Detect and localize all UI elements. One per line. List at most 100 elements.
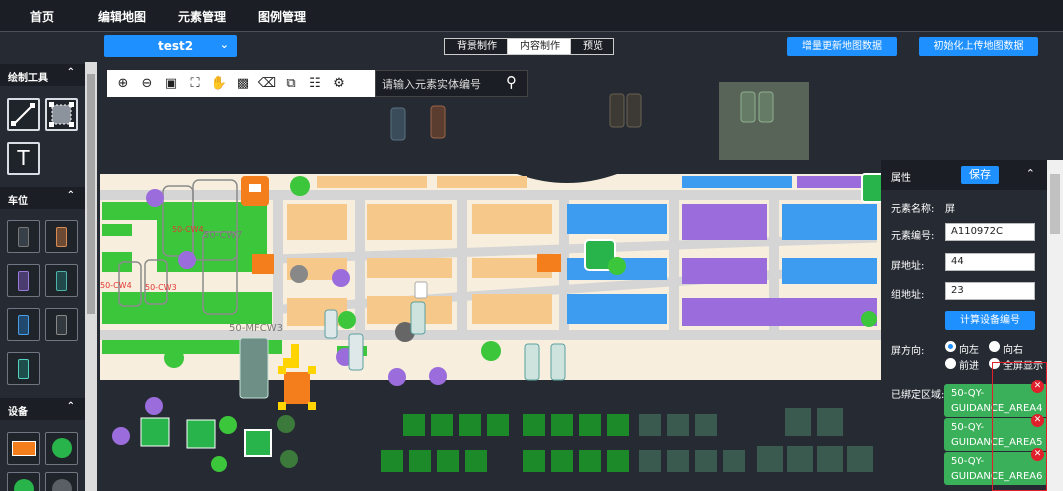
panel-scrollbar[interactable] — [1047, 160, 1063, 491]
stairs-icon[interactable] — [140, 417, 170, 447]
scrollbar-thumb[interactable] — [1050, 174, 1060, 234]
search-icon[interactable]: ⚲ — [506, 73, 517, 91]
device-screen-button[interactable] — [7, 432, 40, 465]
calc-device-id-button[interactable]: 计算设备编号 — [945, 311, 1035, 330]
sidebar-scrollbar[interactable] — [85, 62, 97, 491]
top-nav: 首页 编辑地图 元素管理 图例管理 — [0, 0, 1063, 32]
paste-icon[interactable]: ☷ — [305, 76, 325, 91]
text-tool-button[interactable]: T — [7, 142, 40, 175]
search-input[interactable] — [382, 76, 492, 92]
parking-sensor[interactable] — [410, 301, 426, 335]
device-gray-button[interactable] — [45, 472, 78, 491]
parking-type-gray[interactable] — [7, 220, 40, 253]
rect-select-tool-button[interactable] — [45, 98, 78, 131]
tab-content[interactable]: 内容制作 — [508, 39, 571, 54]
direction-label: 屏方向: — [891, 346, 925, 357]
parking-sensor[interactable] — [550, 343, 566, 381]
parking-type-orange[interactable] — [45, 220, 78, 253]
device-camera-button[interactable] — [45, 432, 78, 465]
camera-icon[interactable] — [146, 189, 164, 207]
selected-screen-device[interactable] — [284, 372, 310, 404]
chevron-down-icon: ⌄ — [219, 38, 229, 51]
tab-background[interactable]: 背景制作 — [445, 39, 508, 54]
parking-sensor[interactable] — [414, 281, 428, 299]
parking-type-blue[interactable] — [7, 308, 40, 341]
device-green-button[interactable] — [7, 472, 40, 491]
stairs-icon[interactable] — [186, 419, 216, 449]
car-icon — [56, 271, 67, 291]
save-button[interactable]: 保存 — [961, 166, 999, 184]
sensor-icon[interactable] — [277, 415, 295, 433]
zoom-out-icon[interactable]: ⊖ — [137, 76, 157, 91]
collapse-icon[interactable]: ⌃ — [1026, 167, 1035, 180]
camera-icon[interactable] — [388, 368, 406, 386]
parking-type-teal[interactable] — [45, 264, 78, 297]
camera-icon[interactable] — [112, 427, 130, 445]
parking-type-dark[interactable] — [45, 308, 78, 341]
section-parking[interactable]: 车位 ⌃ — [0, 187, 85, 209]
camera-icon[interactable] — [290, 176, 310, 196]
delete-icon[interactable]: ⌫ — [257, 76, 277, 91]
zoom-in-icon[interactable]: ⊕ — [113, 76, 133, 91]
section-devices[interactable]: 设备 ⌃ — [0, 398, 85, 420]
project-select[interactable]: test2 ⌄ — [104, 35, 237, 57]
radio-right[interactable] — [989, 341, 1000, 352]
increment-update-button[interactable]: 增量更新地图数据 — [787, 37, 897, 56]
group-addr-label: 组地址: — [891, 290, 925, 301]
pan-hand-icon[interactable]: ✋ — [209, 76, 229, 91]
camera-icon[interactable] — [429, 367, 447, 385]
nav-home[interactable]: 首页 — [30, 8, 54, 25]
svg-text:50-CW3: 50-CW3 — [145, 283, 177, 292]
camera-icon[interactable] — [145, 397, 163, 415]
radio-left[interactable] — [945, 341, 956, 352]
camera-icon[interactable] — [481, 341, 501, 361]
line-icon — [11, 103, 35, 126]
fullscreen-icon[interactable]: ⛶ — [185, 76, 205, 91]
screen-addr-field[interactable]: 44 — [945, 253, 1035, 271]
fit-icon[interactable]: ▣ — [161, 76, 181, 91]
sensor-icon[interactable] — [280, 450, 298, 468]
exit-sign-icon[interactable] — [244, 429, 272, 457]
camera-icon[interactable] — [211, 456, 227, 472]
camera-icon[interactable] — [332, 269, 350, 287]
parking-sensor[interactable] — [348, 333, 364, 371]
screen-device[interactable] — [537, 254, 561, 272]
parking-type-cyan[interactable] — [7, 352, 40, 385]
camera-icon[interactable] — [338, 311, 356, 329]
screen-addr-label: 屏地址: — [891, 261, 925, 272]
camera-icon[interactable] — [608, 257, 626, 275]
nav-element-management[interactable]: 元素管理 — [178, 8, 226, 25]
chevron-up-icon: ⌃ — [66, 190, 75, 201]
camera-icon[interactable] — [178, 251, 196, 269]
camera-icon[interactable] — [219, 416, 237, 434]
nav-legend-management[interactable]: 图例管理 — [258, 8, 306, 25]
line-tool-button[interactable] — [7, 98, 40, 131]
copy-icon[interactable]: ⧉ — [281, 76, 301, 91]
parking-sensor[interactable] — [324, 309, 338, 339]
element-name-label: 元素名称: — [891, 204, 935, 215]
group-addr-field[interactable]: 23 — [945, 282, 1035, 300]
screen-device[interactable] — [252, 254, 274, 274]
camera-icon[interactable] — [861, 311, 877, 327]
parking-sensor[interactable] — [524, 343, 540, 381]
mode-tabs: 背景制作 内容制作 预览 — [444, 38, 614, 55]
scrollbar-thumb[interactable] — [87, 74, 95, 314]
svg-text:50-CW4: 50-CW4 — [172, 225, 204, 234]
faded-device — [740, 91, 756, 123]
camera-icon[interactable] — [164, 348, 184, 368]
lower-dark-spots — [639, 408, 873, 472]
road — [100, 190, 881, 200]
map-canvas[interactable]: 50-CW4 50-CW4 50-CW3 50-CW7 50-MFCW3 — [97, 62, 881, 491]
tab-preview[interactable]: 预览 — [571, 39, 613, 54]
init-upload-button[interactable]: 初始化上传地图数据 — [919, 37, 1038, 56]
settings-icon[interactable]: ⚙ — [329, 76, 349, 91]
exit-sign-icon[interactable] — [861, 173, 881, 203]
section-draw-tools[interactable]: 绘制工具 ⌃ — [0, 64, 85, 86]
nav-edit-map[interactable]: 编辑地图 — [98, 8, 146, 25]
element-id-field[interactable]: A110972C — [945, 223, 1035, 241]
area-box — [239, 337, 269, 399]
radio-forward[interactable] — [945, 358, 956, 369]
lock-icon[interactable]: ▩ — [233, 76, 253, 91]
sensor-icon[interactable] — [290, 265, 308, 283]
parking-type-purple[interactable] — [7, 264, 40, 297]
